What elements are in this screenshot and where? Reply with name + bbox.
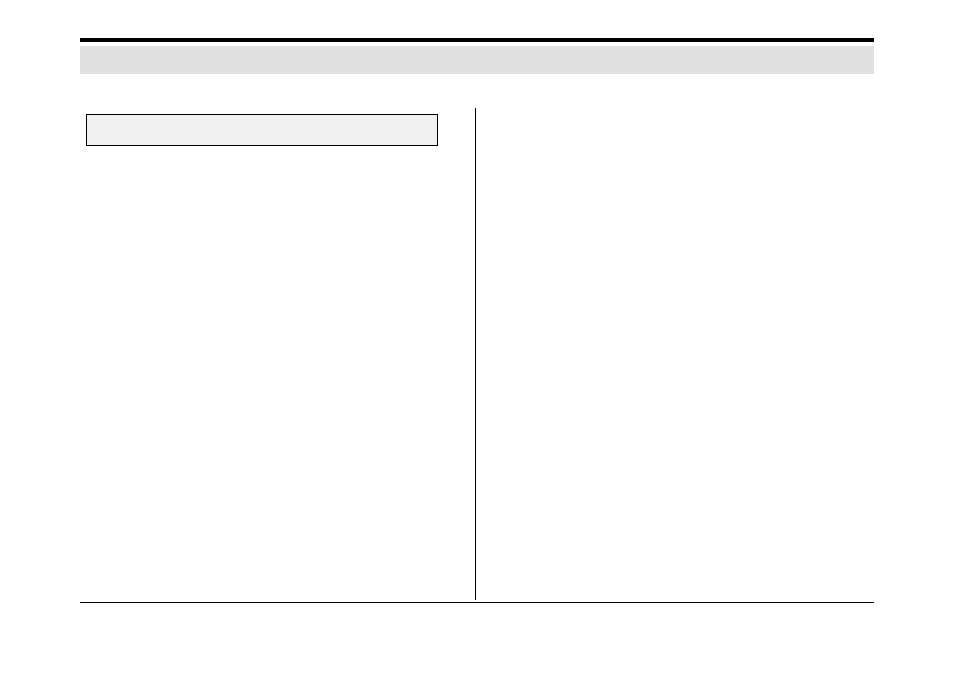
left-column	[80, 108, 462, 602]
top-horizontal-rule	[80, 38, 874, 42]
callout-box-text	[87, 115, 437, 127]
callout-box	[86, 114, 438, 146]
column-divider	[475, 108, 476, 600]
bottom-horizontal-rule	[80, 602, 874, 603]
header-band	[80, 46, 874, 74]
two-column-body	[80, 108, 874, 602]
document-page	[0, 0, 954, 675]
right-column	[490, 108, 874, 602]
